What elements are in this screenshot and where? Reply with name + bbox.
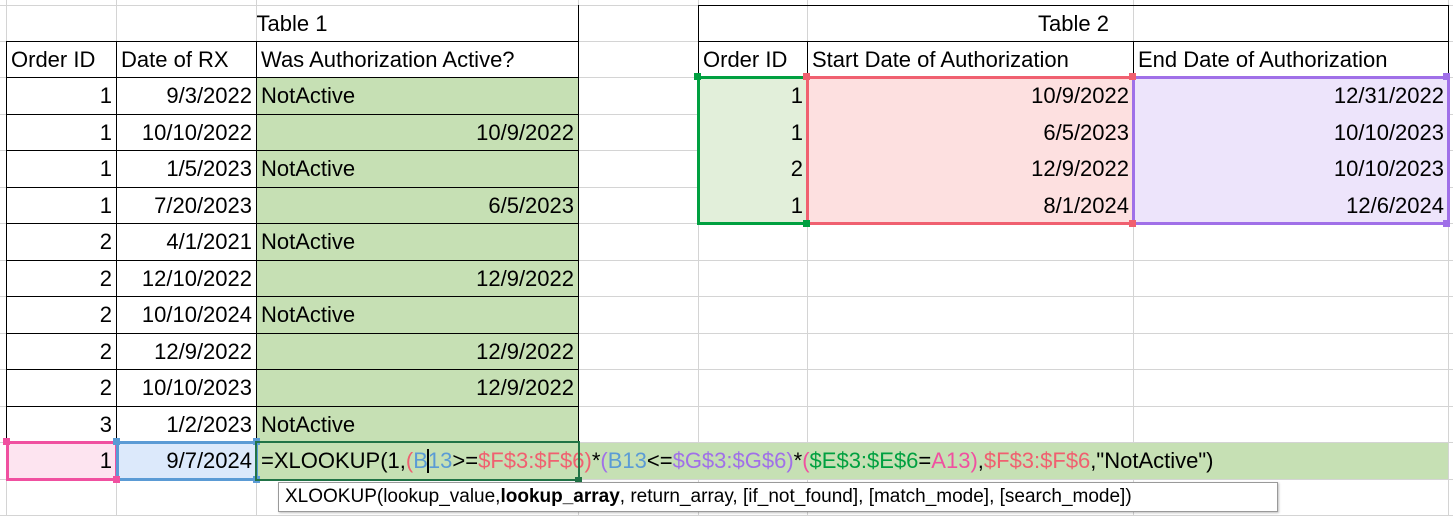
table1-cell-result[interactable]: 12/9/2022 [257,370,578,406]
spreadsheet-grid[interactable]: Table 1 Order ID Date of RX Was Authoriz… [0,0,1453,516]
ref-cell-a13 [6,441,118,481]
table2-header-start-date[interactable]: Start Date of Authorization [808,42,1133,77]
table1-title[interactable]: Table 1 [6,6,578,41]
table1-cell-result[interactable]: NotActive [257,224,578,260]
table1-cell-date[interactable]: 10/10/2022 [117,115,256,150]
table1-cell-order-id[interactable]: 1 [7,78,116,114]
formula-ref-order-ids: $E$3:$E$6 [809,448,919,473]
ref-cell-b13 [116,441,258,481]
table1-header-authorization-active[interactable]: Was Authorization Active? [257,42,578,77]
formula-ref-a13: A13 [931,448,971,473]
formula-ref-return-array: $F$3:$F$6 [983,448,1091,473]
table1-cell-date[interactable]: 9/3/2022 [117,78,256,114]
table1-cell-date[interactable]: 10/10/2023 [117,370,256,406]
range-handle[interactable] [803,73,810,80]
ref-range-start-dates [806,76,1135,225]
function-tooltip[interactable]: XLOOKUP(lookup_value, lookup_array, retu… [278,482,1278,512]
table1-cell-order-id[interactable]: 2 [7,297,116,333]
formula-paren: ) [970,448,978,473]
ref-range-order-ids [697,76,809,225]
formula-operator: <= [646,448,673,473]
table1-cell-order-id[interactable]: 1 [7,188,116,223]
table1-header-date-of-rx[interactable]: Date of RX [117,42,256,77]
table1-cell-date[interactable]: 12/9/2022 [117,334,256,369]
table1-cell-date[interactable]: 4/1/2021 [117,224,256,260]
table1-cell-result[interactable]: 12/9/2022 [257,334,578,369]
range-handle[interactable] [1443,73,1450,80]
formula-operator: * [591,448,601,473]
table1-cell-result[interactable]: NotActive [257,407,578,442]
table1-cell-order-id[interactable]: 2 [7,224,116,260]
ref-range-end-dates [1132,76,1450,225]
range-handle[interactable] [113,476,120,483]
table1-cell-result[interactable]: 12/9/2022 [257,261,578,296]
formula-tail: ,"NotActive") [1090,448,1214,473]
tooltip-remaining-args[interactable]: , return_array, [if_not_found], [match_m… [620,486,1132,508]
table1-cell-date[interactable]: 7/20/2023 [117,188,256,223]
table1-cell-result[interactable]: 10/9/2022 [257,115,578,150]
tooltip-arg-lookup-array[interactable]: lookup_array [500,486,619,508]
table1-cell-order-id[interactable]: 2 [7,261,116,296]
formula-paren: ( [600,448,608,473]
table1-cell-date[interactable]: 1/5/2023 [117,151,256,187]
table2-header-order-id[interactable]: Order ID [699,42,807,77]
table1-cell-order-id[interactable]: 3 [7,407,116,442]
formula-operator: = [918,448,932,473]
formula-paren: ( [802,448,810,473]
table1-header-order-id[interactable]: Order ID [7,42,116,77]
tooltip-arg-lookup-value[interactable]: lookup_value, [383,486,500,508]
table1-cell-date[interactable]: 12/10/2022 [117,261,256,296]
range-handle[interactable] [1443,220,1450,227]
formula-ref-end-dates: $G$3:$G$6 [672,448,787,473]
formula-operator: * [793,448,803,473]
formula-paren: ) [786,448,794,473]
table2-header-end-date[interactable]: End Date of Authorization [1134,42,1448,77]
table1-cell-order-id[interactable]: 1 [7,115,116,150]
formula-ref-b13: B13 [607,448,647,473]
table1-cell-date[interactable]: 1/2/2023 [117,407,256,442]
table1-cell-result[interactable]: 6/5/2023 [257,188,578,223]
table1-cell-result[interactable]: NotActive [257,151,578,187]
table1-cell-order-id[interactable]: 2 [7,334,116,369]
active-cell-border [255,441,580,481]
table1-cell-order-id[interactable]: 2 [7,370,116,406]
range-handle[interactable] [694,73,701,80]
table1-cell-result[interactable]: NotActive [257,78,578,114]
table2-title[interactable]: Table 2 [699,6,1448,41]
range-handle[interactable] [803,220,810,227]
formula-paren: ) [584,448,592,473]
range-handle[interactable] [1129,73,1136,80]
tooltip-function-name[interactable]: XLOOKUP( [285,486,383,508]
range-handle[interactable] [3,438,10,445]
range-handle[interactable] [1129,220,1136,227]
table1-cell-date[interactable]: 10/10/2024 [117,297,256,333]
range-handle[interactable] [113,438,120,445]
table1-cell-result[interactable]: NotActive [257,297,578,333]
table1-cell-order-id[interactable]: 1 [7,151,116,187]
